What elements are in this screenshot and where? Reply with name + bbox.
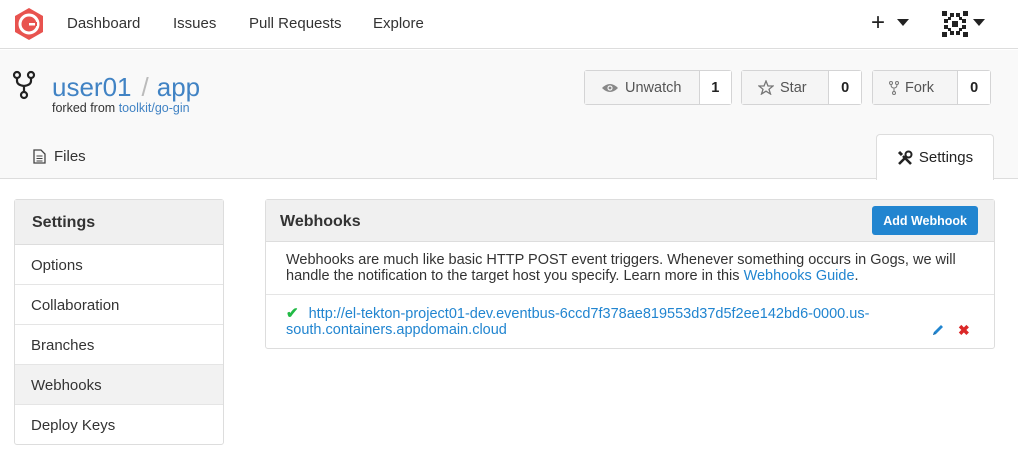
forked-from-link[interactable]: toolkit/go-gin [119,101,190,115]
nav-explore[interactable]: Explore [373,15,424,32]
fork-count[interactable]: 0 [958,71,990,104]
file-text-icon [33,149,46,164]
divider [266,294,994,295]
webhooks-description: Webhooks are much like basic HTTP POST e… [286,252,986,284]
eye-icon [602,83,618,92]
forked-from-prefix: forked from [52,101,116,115]
tab-files-label: Files [54,148,86,165]
watch-count[interactable]: 1 [699,71,731,104]
top-navbar: Dashboard Issues Pull Requests Explore + [0,0,1018,49]
star-count[interactable]: 0 [829,71,861,104]
tab-settings-label: Settings [918,149,974,166]
nav-pull-requests[interactable]: Pull Requests [249,15,342,32]
star-label: Star [780,79,807,96]
settings-sidebar: Settings Options Collaboration Branches … [14,199,224,445]
repo-header: user01 / app forked from toolkit/go-gin Un… [0,50,1018,180]
delete-x-icon[interactable]: ✖ [958,322,970,339]
repo-title: user01 / app [52,72,200,103]
nav-dashboard[interactable]: Dashboard [67,15,140,32]
gogs-logo-icon[interactable] [12,7,46,41]
chevron-down-icon[interactable] [897,19,909,26]
sidebar-item-webhooks[interactable]: Webhooks [15,365,223,405]
unwatch-label: Unwatch [625,79,682,96]
repo-owner-link[interactable]: user01 [52,72,132,102]
forked-from-line: forked from toolkit/go-gin [52,101,190,115]
user-avatar[interactable] [942,11,968,37]
webhooks-description-period: . [854,268,859,284]
check-icon: ✔ [286,305,299,322]
star-icon [758,80,774,95]
unwatch-button[interactable]: Unwatch [585,71,700,104]
fork-icon [889,80,899,95]
star-button-group: Star 0 [741,70,862,105]
sidebar-item-deploy-keys[interactable]: Deploy Keys [15,405,223,445]
tools-icon [897,150,913,165]
pencil-icon[interactable] [931,323,945,337]
webhooks-title: Webhooks [280,213,361,230]
webhook-list-item: ✔ http://el-tekton-project01-dev.eventbus… [286,305,926,339]
sidebar-item-collaboration[interactable]: Collaboration [15,285,223,325]
webhooks-panel: Webhooks Add Webhook Webhooks are much l… [265,199,995,349]
add-webhook-button[interactable]: Add Webhook [872,206,978,235]
fork-label: Fork [905,79,934,96]
webhook-url-link[interactable]: http://el-tekton-project01-dev.eventbus-… [286,306,869,338]
repo-fork-icon [12,70,36,100]
star-button[interactable]: Star [742,71,830,104]
chevron-down-icon[interactable] [973,19,985,26]
fork-button[interactable]: Fork [873,71,959,104]
watch-button-group: Unwatch 1 [584,70,732,105]
create-new-plus-icon[interactable]: + [871,9,885,37]
tab-settings[interactable]: Settings [876,134,994,180]
sidebar-item-options[interactable]: Options [15,245,223,285]
tab-files[interactable]: Files [33,148,86,165]
sidebar-title: Settings [15,200,223,245]
fork-button-group: Fork 0 [872,70,991,105]
repo-title-separator: / [141,72,149,102]
sidebar-item-branches[interactable]: Branches [15,325,223,365]
nav-issues[interactable]: Issues [173,15,216,32]
webhooks-panel-header: Webhooks Add Webhook [266,200,994,242]
repo-name-link[interactable]: app [157,72,200,102]
webhooks-guide-link[interactable]: Webhooks Guide [744,268,855,284]
